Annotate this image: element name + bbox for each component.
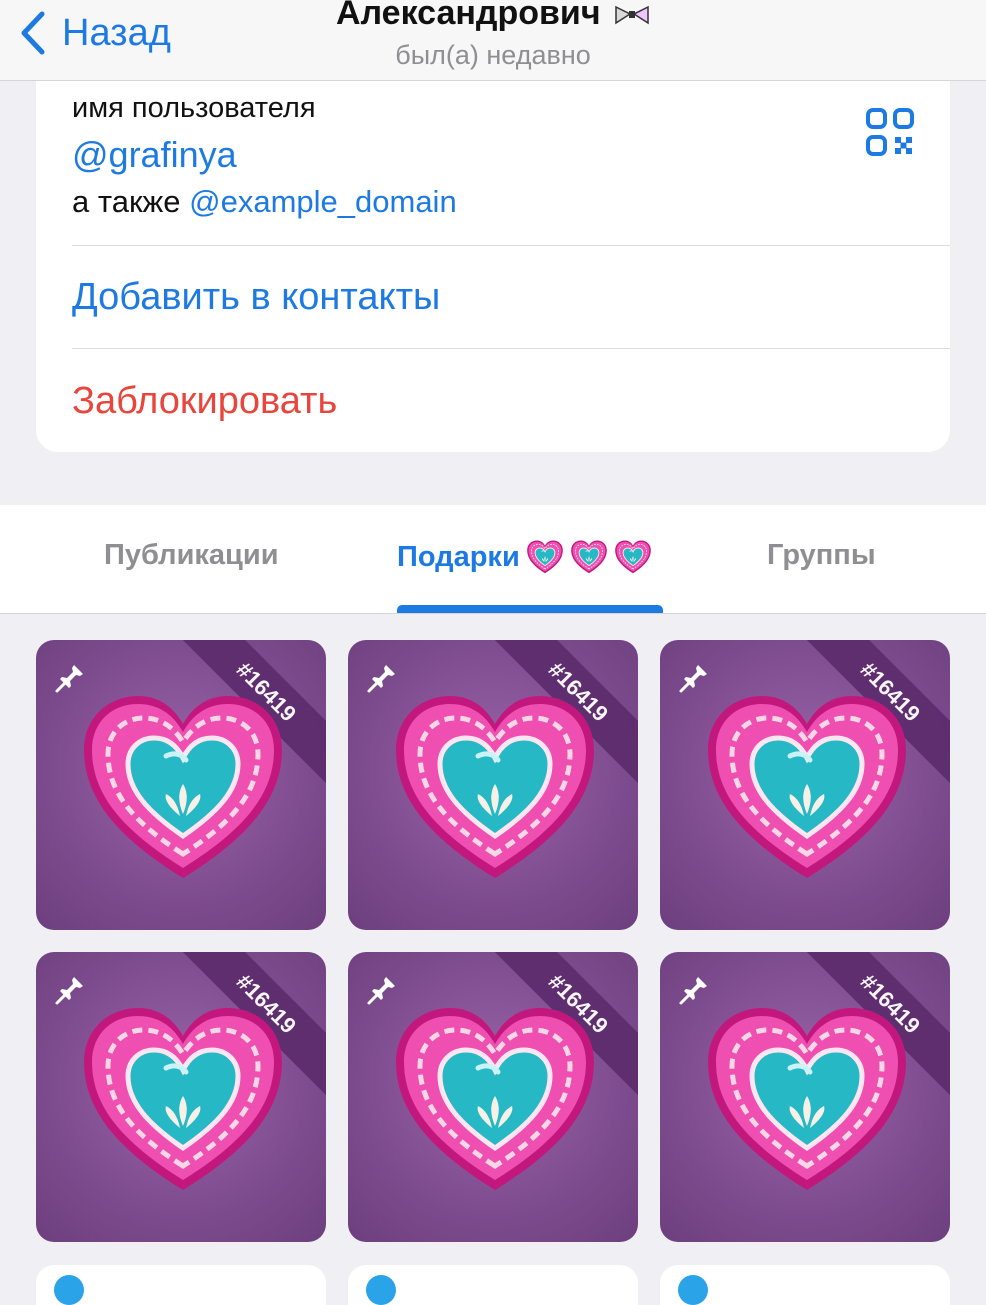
heart-gift-icon [78,688,288,888]
heart-gift-icon [570,539,608,575]
active-tab-indicator [397,605,663,613]
gift-tile[interactable]: #16419 [348,952,638,1242]
gift-tile[interactable]: #16419 [660,952,950,1242]
block-user-button[interactable]: Заблокировать [72,380,337,423]
profile-info-card: имя пользователя @grafinya а также @exam… [36,80,950,452]
heart-gift-icon [702,688,912,888]
navigation-bar: Назад Александрович был(а) недавно [0,0,986,81]
heart-gift-icon [702,1000,912,1200]
gift-tile[interactable]: #16419 [36,640,326,930]
heart-gift-icon [390,688,600,888]
also-prefix: а также [72,184,181,219]
gift-tile[interactable]: #16419 [348,640,638,930]
gift-tile[interactable]: #16419 [660,640,950,930]
tab-gifts[interactable]: Подарки [397,539,652,575]
add-to-contacts-button[interactable]: Добавить в контакты [72,276,440,319]
gift-tile-partial[interactable] [348,1265,638,1305]
heart-gift-icon [78,1000,288,1200]
title-text: Александрович [335,0,601,32]
bow-tie-icon [615,5,649,25]
page-title: Александрович [0,0,986,33]
gift-tile-partial[interactable] [660,1265,950,1305]
last-seen-status: был(а) недавно [395,40,591,70]
tab-gifts-label: Подарки [397,540,520,573]
heart-gift-icon [526,539,564,575]
heart-gift-icon [614,539,652,575]
also-username-link[interactable]: @example_domain [189,184,457,219]
also-username-row: а также @example_domain [72,184,457,220]
username-label: имя пользователя [72,92,316,124]
tab-groups[interactable]: Группы [767,539,876,572]
qr-code-icon[interactable] [866,108,914,156]
gift-tile[interactable]: #16419 [36,952,326,1242]
divider [72,348,950,349]
tab-publications[interactable]: Публикации [104,539,279,572]
username-link[interactable]: @grafinya [72,134,237,176]
heart-gift-icon [390,1000,600,1200]
gift-tile-partial[interactable] [36,1265,326,1305]
profile-tabs: Публикации Подарки Группы [0,505,986,614]
divider [72,245,950,246]
